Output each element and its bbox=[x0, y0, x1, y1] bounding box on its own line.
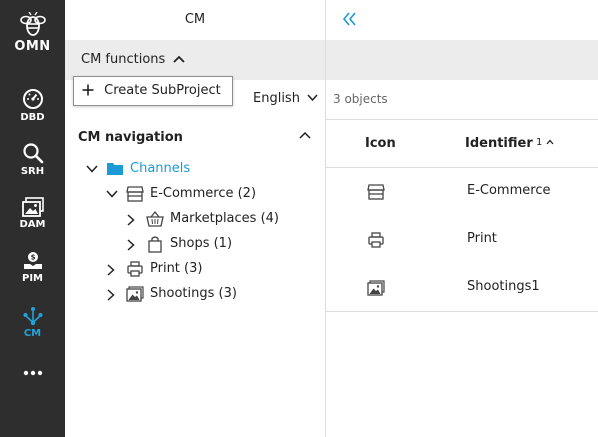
chevron-down-icon[interactable] bbox=[106, 189, 118, 199]
dam-image-icon bbox=[21, 197, 44, 217]
rail-item-label: CM bbox=[23, 328, 42, 339]
collapse-navigation-chevron-up-icon[interactable] bbox=[299, 131, 311, 139]
table-row[interactable]: E-Commerce bbox=[326, 168, 598, 216]
app-logo[interactable]: OMN bbox=[0, 12, 65, 54]
rail-item-label: DBD bbox=[20, 112, 45, 123]
tree-node-label: Print (3) bbox=[150, 261, 203, 276]
object-count: 3 objects bbox=[333, 92, 388, 106]
table-header: Icon Identifier 1 bbox=[326, 119, 598, 168]
create-subproject-menu-item[interactable]: Create SubProject bbox=[73, 76, 233, 106]
photo-icon bbox=[367, 280, 385, 296]
store-icon bbox=[367, 184, 385, 200]
basket-icon bbox=[146, 210, 164, 227]
row-identifier: Print bbox=[467, 231, 497, 246]
chevron-down-icon bbox=[307, 94, 318, 102]
cm-side-panel: CM CM functions English CM navigation Ch… bbox=[65, 0, 326, 437]
cm-navigation-heading: CM navigation bbox=[78, 130, 183, 145]
folder-icon bbox=[107, 163, 123, 175]
rail-item-label: DAM bbox=[19, 219, 46, 230]
row-identifier: E-Commerce bbox=[467, 183, 551, 198]
table-row[interactable]: Shootings1 bbox=[326, 264, 598, 312]
rail-more-button[interactable] bbox=[0, 368, 65, 378]
cm-network-icon bbox=[23, 307, 42, 326]
main-content: 3 objects Icon Identifier 1 E-Commerce P… bbox=[326, 0, 598, 437]
plus-icon bbox=[82, 84, 94, 95]
chevron-up-icon bbox=[173, 55, 186, 63]
dashboard-icon bbox=[22, 89, 43, 109]
printer-icon bbox=[368, 232, 384, 248]
tree-node-label: Shootings (3) bbox=[150, 286, 237, 301]
tree-node-label: Marketplaces (4) bbox=[170, 211, 279, 226]
store-icon bbox=[126, 186, 144, 202]
cm-functions-label: CM functions bbox=[81, 52, 166, 67]
logo-text: OMN bbox=[14, 39, 51, 54]
chevron-right-icon[interactable] bbox=[126, 239, 136, 251]
rail-item-label: SRH bbox=[20, 166, 45, 177]
rail-item-cm[interactable]: CM bbox=[0, 306, 65, 339]
chevron-down-icon[interactable] bbox=[86, 164, 98, 174]
rail-item-pim[interactable]: $ PIM bbox=[0, 251, 65, 284]
sort-ascending-chevron-icon bbox=[546, 139, 554, 145]
search-icon bbox=[22, 143, 43, 164]
create-subproject-label: Create SubProject bbox=[104, 83, 221, 98]
panel-title: CM bbox=[184, 12, 206, 27]
printer-icon bbox=[127, 261, 143, 277]
sort-ascending-indicator[interactable]: 1 bbox=[536, 137, 554, 148]
table-bottom-divider bbox=[326, 311, 598, 312]
main-navigation-rail: OMN DBD SRH DAM $ PIM CM bbox=[0, 0, 65, 437]
tree-node-label: Shops (1) bbox=[170, 236, 233, 251]
table-row[interactable]: Print bbox=[326, 216, 598, 264]
row-identifier: Shootings1 bbox=[467, 279, 540, 294]
main-toolbar bbox=[326, 40, 598, 80]
chevron-right-icon[interactable] bbox=[126, 214, 136, 226]
rail-item-dbd[interactable]: DBD bbox=[0, 88, 65, 123]
svg-text:$: $ bbox=[30, 254, 35, 262]
column-header-icon[interactable]: Icon bbox=[365, 136, 396, 151]
pim-box-icon: $ bbox=[23, 252, 42, 269]
functions-toolbar: CM functions bbox=[65, 40, 325, 80]
main-top-bar bbox=[326, 0, 598, 40]
tree-node-label: E-Commerce (2) bbox=[150, 186, 257, 201]
shopping-bag-icon bbox=[148, 236, 162, 253]
rail-item-label: PIM bbox=[21, 273, 43, 284]
cm-functions-menu[interactable]: CM functions bbox=[81, 52, 186, 67]
collapse-panel-double-chevron-left-icon[interactable] bbox=[342, 12, 358, 26]
photo-icon bbox=[126, 286, 144, 302]
rail-item-srh[interactable]: SRH bbox=[0, 142, 65, 177]
tree-node-label: Channels bbox=[130, 161, 191, 176]
more-icon bbox=[23, 370, 42, 376]
bee-logo-icon bbox=[19, 12, 46, 36]
language-value: English bbox=[253, 91, 300, 106]
rail-item-dam[interactable]: DAM bbox=[0, 197, 65, 230]
chevron-right-icon[interactable] bbox=[106, 289, 116, 301]
column-header-identifier[interactable]: Identifier bbox=[465, 136, 533, 151]
language-select[interactable]: English bbox=[253, 91, 318, 106]
chevron-right-icon[interactable] bbox=[106, 264, 116, 276]
